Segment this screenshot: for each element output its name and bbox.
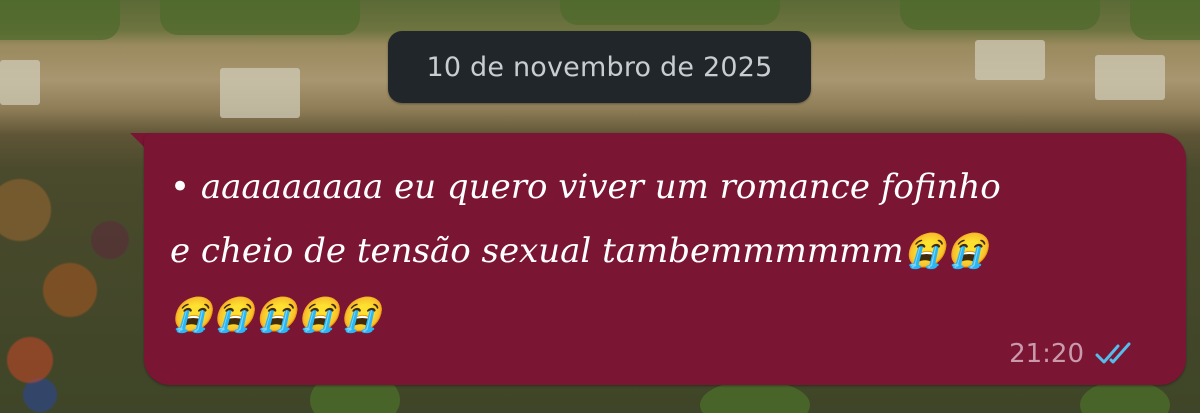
wallpaper-plant: [900, 0, 1100, 30]
wallpaper-sign: [975, 40, 1045, 80]
date-separator: 10 de novembro de 2025: [388, 31, 811, 103]
message-text: • aaaaaaaaa eu quero viver um romance fo…: [170, 167, 1001, 335]
double-check-read-icon: [1094, 341, 1134, 367]
message-meta: 21:20: [1009, 339, 1134, 369]
wallpaper-sign: [220, 68, 300, 118]
wallpaper-plant: [1130, 0, 1200, 40]
wallpaper-plant: [0, 0, 120, 40]
wallpaper-plant: [160, 0, 360, 35]
message-bubble[interactable]: • aaaaaaaaa eu quero viver um romance fo…: [144, 133, 1186, 385]
date-separator-label: 10 de novembro de 2025: [426, 51, 773, 83]
message-time: 21:20: [1009, 339, 1084, 369]
wallpaper-sign: [0, 60, 40, 105]
wallpaper-plant: [560, 0, 780, 25]
wallpaper-sign: [1095, 55, 1165, 100]
